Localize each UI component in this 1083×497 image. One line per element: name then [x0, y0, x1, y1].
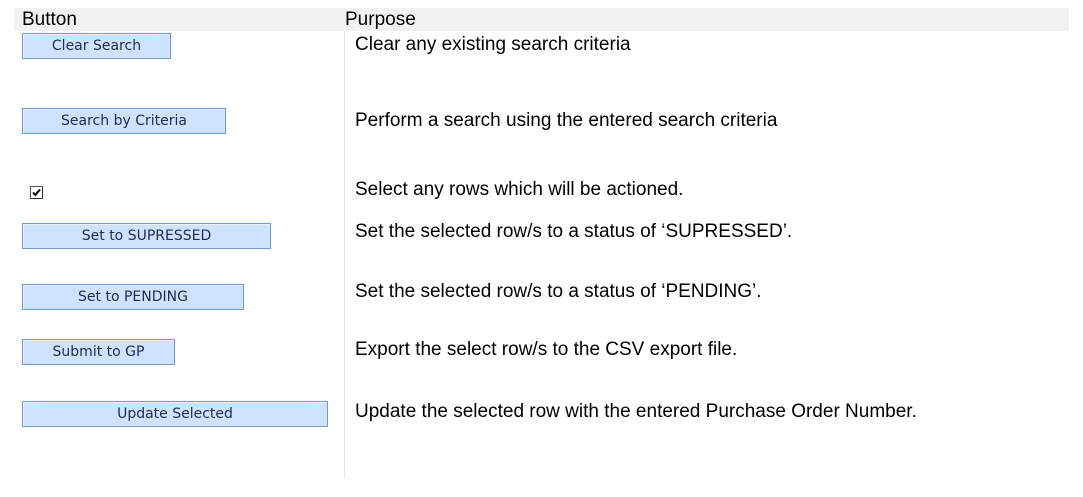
set-to-pending-button[interactable]: Set to PENDING	[22, 284, 244, 310]
header-purpose: Purpose	[345, 9, 416, 30]
table-row: Search by Criteria Perform a search usin…	[14, 104, 1069, 170]
purpose-text: Set the selected row/s to a status of ‘P…	[355, 281, 762, 302]
table-row: Select any rows which will be actioned.	[14, 170, 1069, 218]
table-row: Update Selected Update the selected row …	[14, 398, 1069, 478]
header-button: Button	[22, 9, 77, 30]
purpose-text: Select any rows which will be actioned.	[355, 179, 684, 200]
clear-search-button[interactable]: Clear Search	[22, 33, 171, 59]
set-to-supressed-button[interactable]: Set to SUPRESSED	[22, 223, 271, 249]
search-by-criteria-button[interactable]: Search by Criteria	[22, 108, 226, 134]
table-row: Set to PENDING Set the selected row/s to…	[14, 280, 1069, 337]
purpose-text: Clear any existing search criteria	[355, 34, 631, 55]
submit-to-gp-button[interactable]: Submit to GP	[22, 339, 175, 365]
table-row: Submit to GP Export the select row/s to …	[14, 337, 1069, 398]
buttons-table: Button Purpose Clear Search Clear any ex…	[14, 8, 1069, 478]
table-header: Button Purpose	[14, 8, 1069, 31]
purpose-text: Set the selected row/s to a status of ‘S…	[355, 221, 793, 242]
purpose-text: Export the select row/s to the CSV expor…	[355, 339, 738, 360]
purpose-text: Perform a search using the entered searc…	[355, 110, 778, 131]
update-selected-button[interactable]: Update Selected	[22, 401, 328, 427]
row-select-checkbox[interactable]	[30, 186, 43, 199]
purpose-text: Update the selected row with the entered…	[355, 401, 917, 422]
table-row: Clear Search Clear any existing search c…	[14, 31, 1069, 104]
table-row: Set to SUPRESSED Set the selected row/s …	[14, 218, 1069, 280]
checkmark-icon	[32, 188, 41, 197]
